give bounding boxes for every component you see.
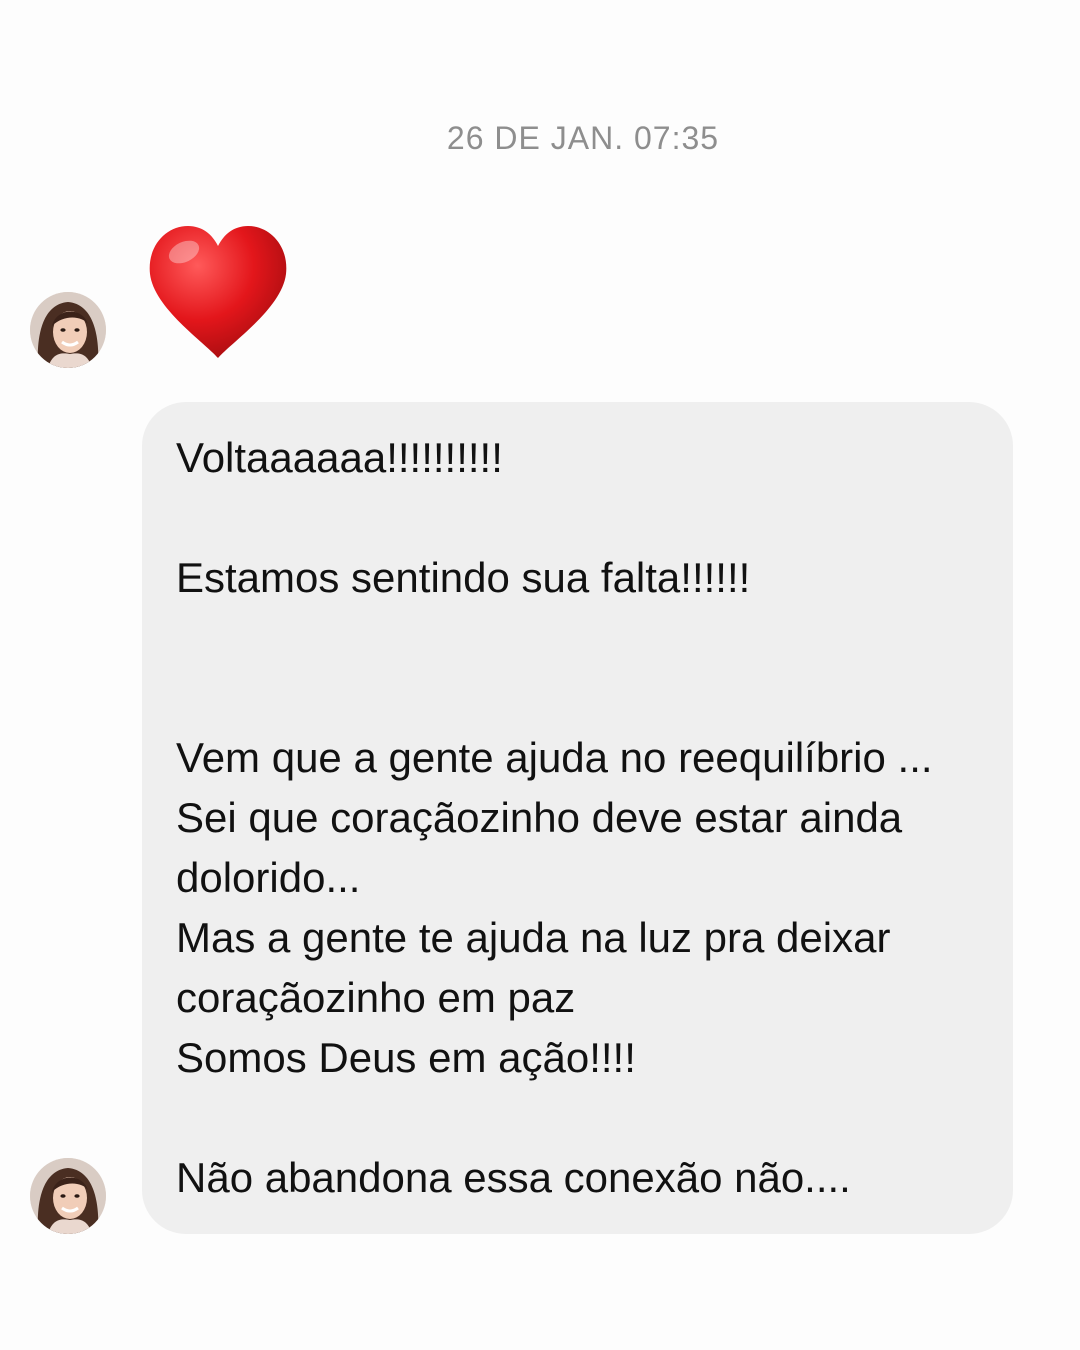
message-line: Não abandona essa conexão não.... (176, 1154, 851, 1201)
line-spacer (176, 488, 983, 548)
heart-emoji-message[interactable] (146, 222, 290, 362)
message-bubble[interactable]: Voltaaaaaa!!!!!!!!!! Estamos sentindo su… (142, 402, 1013, 1234)
message-line: Vem que a gente ajuda no reequilíbrio ..… (176, 734, 933, 781)
message-line: Sei que coraçãozinho deve estar ainda (176, 794, 903, 841)
line-spacer (176, 608, 983, 728)
sender-avatar[interactable] (30, 1158, 106, 1234)
message-timestamp: 26 DE JAN. 07:35 (446, 120, 720, 156)
message-line: Voltaaaaaa!!!!!!!!!! (176, 434, 503, 481)
avatar-photo-icon (30, 1158, 106, 1234)
message-line: Estamos sentindo sua falta!!!!!! (176, 554, 751, 601)
message-line: Somos Deus em ação!!!! (176, 1034, 636, 1081)
line-spacer (176, 1088, 983, 1148)
message-line: dolorido... (176, 854, 361, 901)
red-heart-icon (149, 226, 287, 358)
message-line: coraçãozinho em paz (176, 974, 576, 1021)
message-thread: 26 DE JAN. 07:35 Voltaaaaaa!!!!!!!!!! Es… (0, 0, 1080, 1350)
avatar-photo-icon (30, 292, 106, 368)
message-line: Mas a gente te ajuda na luz pra deixar (176, 914, 891, 961)
sender-avatar[interactable] (30, 292, 106, 368)
